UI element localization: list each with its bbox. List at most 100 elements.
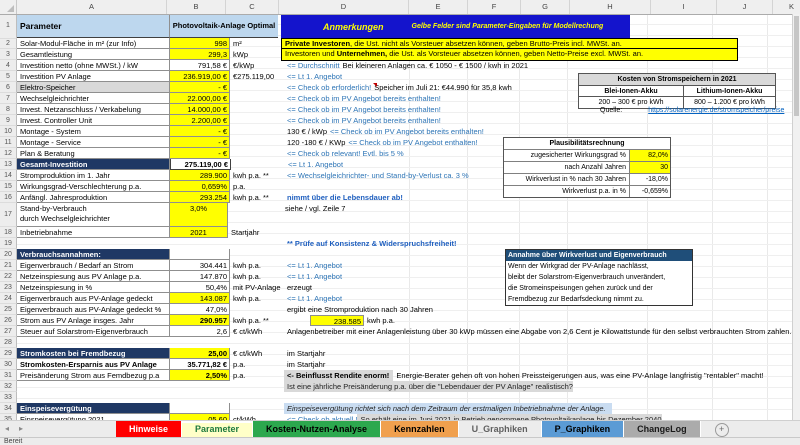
cell-A13[interactable]: Gesamt-Investition	[17, 159, 170, 170]
cell-B19[interactable]	[170, 238, 230, 249]
column-header-D[interactable]: D	[279, 0, 409, 14]
cell-C21[interactable]: kwh p.a.	[230, 260, 284, 271]
cell-B5[interactable]: 236.919,00 €	[170, 71, 230, 82]
cell-A15[interactable]: Wirkungsgrad-Verschlechterung p.a.	[17, 181, 170, 192]
cell-B20[interactable]	[170, 249, 230, 260]
cell-A12[interactable]: Plan & Beratung	[17, 148, 170, 159]
cell-B3[interactable]: 299,3	[170, 49, 230, 60]
cell-A33[interactable]	[17, 392, 170, 403]
row-number[interactable]: 7	[0, 93, 17, 104]
tab-nav-left-icon[interactable]: ◂	[0, 421, 14, 438]
row-number[interactable]: 20	[0, 249, 17, 260]
tab-kosten-nutzen-analyse[interactable]: Kosten-Nutzen-Analyse	[253, 421, 381, 438]
cell-A19[interactable]	[17, 238, 170, 249]
cell-B26[interactable]: 290.957	[170, 315, 230, 326]
tab-p_graphiken[interactable]: P_Graphiken	[542, 421, 625, 438]
cell-B31[interactable]: 2,50%	[170, 370, 230, 381]
cell-C16[interactable]: kwh p.a. **	[230, 192, 284, 203]
tab-kennzahlen[interactable]: Kennzahlen	[381, 421, 459, 438]
cell-C15[interactable]: p.a.	[230, 181, 284, 192]
column-header-C[interactable]: C	[226, 0, 279, 14]
cell-C9[interactable]	[230, 115, 284, 126]
column-header-B[interactable]: B	[167, 0, 226, 14]
cell-C23[interactable]: mit PV-Anlage	[230, 282, 284, 293]
cell-C34[interactable]	[230, 403, 284, 414]
cell-A6[interactable]: Elektro-Speicher	[17, 82, 170, 93]
cell-B32[interactable]	[170, 381, 230, 392]
cell-A5[interactable]: Investition PV Anlage	[17, 71, 170, 82]
cell-A3[interactable]: Gesamtleistung	[17, 49, 170, 60]
cell-B9[interactable]: 2.200,00 €	[170, 115, 230, 126]
cell-C5[interactable]: €275.119,00	[230, 71, 284, 82]
row-number[interactable]: 19	[0, 238, 17, 249]
column-header-K[interactable]: K	[773, 0, 800, 14]
cell-C10[interactable]	[230, 126, 284, 137]
cell-B12[interactable]: - €	[170, 148, 230, 159]
column-header-G[interactable]: G	[521, 0, 570, 14]
cell-B8[interactable]: 14.000,00 €	[170, 104, 230, 115]
cell-C28[interactable]	[230, 337, 284, 348]
cell-B10[interactable]: - €	[170, 126, 230, 137]
cell-B22[interactable]: 147.870	[170, 271, 230, 282]
cell-B21[interactable]: 304.441	[170, 260, 230, 271]
cell-A17[interactable]: Stand-by-Verbrauchdurch Wechselgleichric…	[17, 203, 170, 227]
cell-A4[interactable]: Investition netto (ohne MWSt.) / kW	[17, 60, 170, 71]
cell-A25[interactable]: Eigenverbrauch aus PV-Anlage gedeckt %	[17, 304, 170, 315]
cell-A32[interactable]	[17, 381, 170, 392]
cell-C13[interactable]	[231, 159, 285, 170]
row-number[interactable]: 11	[0, 137, 17, 148]
cell-A28[interactable]	[17, 337, 170, 348]
cell-B33[interactable]	[170, 392, 230, 403]
cell-B30[interactable]: 35.771,82 €	[170, 359, 230, 370]
cell-C18[interactable]: Startjahr	[228, 227, 282, 238]
cell-C24[interactable]: kwh p.a.	[230, 293, 284, 304]
cell-A7[interactable]: Wechselgleichrichter	[17, 93, 170, 104]
row-number[interactable]: 25	[0, 304, 17, 315]
row-number[interactable]: 32	[0, 381, 17, 392]
tab-nav-right-icon[interactable]: ▸	[14, 421, 28, 438]
cell-A23[interactable]: Netzeinspiesung in %	[17, 282, 170, 293]
row-number[interactable]: 21	[0, 260, 17, 271]
cell-C8[interactable]	[230, 104, 284, 115]
cell-B4[interactable]: 791,58 €	[170, 60, 230, 71]
cell-A34[interactable]: Einspeisevergütung	[17, 403, 170, 414]
cell-C2[interactable]: m²	[230, 38, 284, 49]
cell-A20[interactable]: Verbrauchsannahmen:	[17, 249, 170, 260]
cell-A30[interactable]: Stromkosten-Ersparnis aus PV Anlage	[17, 359, 170, 370]
cell-B25[interactable]: 47,0%	[170, 304, 230, 315]
row-number[interactable]: 34	[0, 403, 17, 414]
row-number[interactable]: 12	[0, 148, 17, 159]
source-link[interactable]: https://solarenergie.de/stromspeicher/pr…	[648, 107, 784, 114]
cell-A8[interactable]: Invest. Netzanschluss / Verkabelung	[17, 104, 170, 115]
row-number[interactable]: 1	[0, 14, 17, 39]
vertical-scrollbar-thumb[interactable]	[794, 16, 799, 116]
cell-C33[interactable]	[230, 392, 284, 403]
cell-A2[interactable]: Solar-Modul-Fläche in m² (zur Info)	[17, 38, 170, 49]
vertical-scrollbar[interactable]	[792, 14, 800, 420]
row-number[interactable]: 24	[0, 293, 17, 304]
cell-C7[interactable]	[230, 93, 284, 104]
select-all-corner[interactable]	[0, 0, 17, 14]
cell-C32[interactable]	[230, 381, 284, 392]
row-number[interactable]: 22	[0, 271, 17, 282]
cell-B24[interactable]: 143.087	[170, 293, 230, 304]
cell-B13[interactable]: 275.119,00 €	[170, 159, 231, 170]
cell-A29[interactable]: Stromkosten bei Fremdbezug	[17, 348, 170, 359]
add-sheet-icon[interactable]: +	[715, 423, 729, 437]
cell-A9[interactable]: Invest. Controller Unit	[17, 115, 170, 126]
row-number[interactable]: 31	[0, 370, 17, 381]
cell-A24[interactable]: Eigenverbrauch aus PV-Anlage gedeckt	[17, 293, 170, 304]
row-number[interactable]: 27	[0, 326, 17, 337]
cell-C30[interactable]: p.a.	[230, 359, 284, 370]
row-number[interactable]: 2	[0, 38, 17, 49]
tab-hinweise[interactable]: Hinweise	[116, 421, 182, 438]
cell-A31[interactable]: Preisänderung Strom aus Femdbezug p.a	[17, 370, 170, 381]
row-number[interactable]: 6	[0, 82, 17, 93]
row-number[interactable]: 33	[0, 392, 17, 403]
row-number[interactable]: 15	[0, 181, 17, 192]
row-number[interactable]: 23	[0, 282, 17, 293]
row-number[interactable]: 16	[0, 192, 17, 203]
cell-C29[interactable]: € ct/kWh	[230, 348, 284, 359]
cell-B7[interactable]: 22.000,00 €	[170, 93, 230, 104]
row-number[interactable]: 18	[0, 227, 17, 238]
